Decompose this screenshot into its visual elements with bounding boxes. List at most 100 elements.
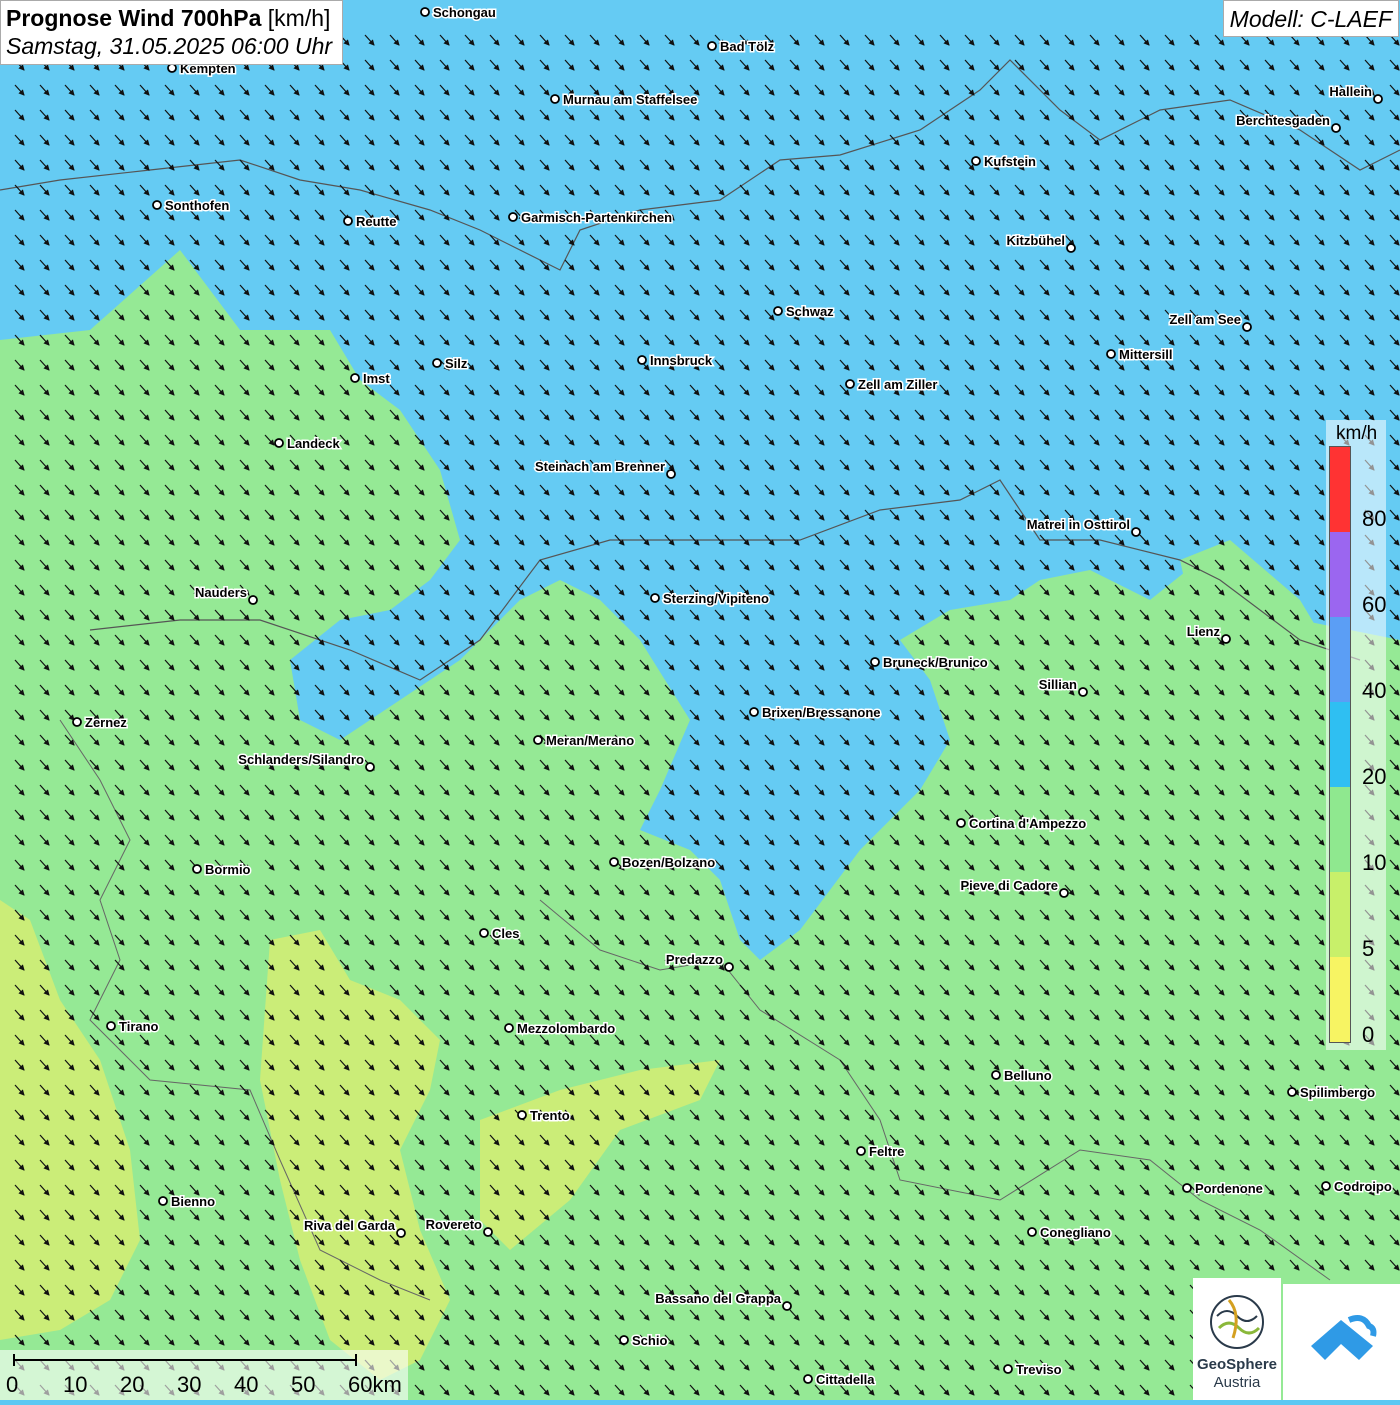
city-label: Berchtesgaden bbox=[1236, 113, 1330, 128]
city-label: Garmisch-Partenkirchen bbox=[521, 210, 672, 225]
scale-bar: 0 10 20 30 40 50 60km bbox=[0, 1350, 408, 1400]
city-marker[interactable] bbox=[517, 1110, 527, 1120]
city-marker[interactable] bbox=[343, 216, 353, 226]
legend-swatch bbox=[1330, 532, 1350, 617]
city-marker[interactable] bbox=[666, 469, 676, 479]
city-marker[interactable] bbox=[365, 762, 375, 772]
city-label: Bienno bbox=[171, 1194, 215, 1209]
city-label: Sterzing/Vipiteno bbox=[663, 591, 769, 606]
city-marker[interactable] bbox=[956, 818, 966, 828]
city-marker[interactable] bbox=[72, 717, 82, 727]
city-marker[interactable] bbox=[749, 707, 759, 717]
city-marker[interactable] bbox=[856, 1146, 866, 1156]
legend-tick-label: 40 bbox=[1362, 678, 1387, 703]
city-marker[interactable] bbox=[724, 962, 734, 972]
city-marker[interactable] bbox=[1106, 349, 1116, 359]
city-marker[interactable] bbox=[158, 1196, 168, 1206]
city-marker[interactable] bbox=[192, 864, 202, 874]
city-marker[interactable] bbox=[533, 735, 543, 745]
city-marker[interactable] bbox=[1066, 243, 1076, 253]
city-label: Hallein bbox=[1329, 84, 1372, 99]
city-label: Sonthofen bbox=[165, 198, 229, 213]
legend-tick-label: 20 bbox=[1362, 764, 1387, 789]
city-label: Landeck bbox=[287, 436, 341, 451]
city-label: Kitzbühel bbox=[1007, 233, 1066, 248]
city-marker[interactable] bbox=[845, 379, 855, 389]
legend-swatch bbox=[1330, 787, 1350, 872]
city-marker[interactable] bbox=[619, 1335, 629, 1345]
city-marker[interactable] bbox=[1373, 94, 1383, 104]
city-marker[interactable] bbox=[106, 1021, 116, 1031]
city-label: Nauders bbox=[195, 585, 247, 600]
city-marker[interactable] bbox=[248, 595, 258, 605]
city-marker[interactable] bbox=[637, 355, 647, 365]
scale-label: 0 bbox=[6, 1372, 19, 1397]
city-label: Mezzolombardo bbox=[517, 1021, 615, 1036]
city-marker[interactable] bbox=[782, 1301, 792, 1311]
city-marker[interactable] bbox=[550, 94, 560, 104]
city-marker[interactable] bbox=[152, 200, 162, 210]
city-marker[interactable] bbox=[803, 1374, 813, 1384]
wind-map[interactable]: SchongauBad TölzKemptenMurnau am Staffel… bbox=[0, 0, 1400, 1400]
scale-label: 50 bbox=[291, 1372, 316, 1397]
city-marker[interactable] bbox=[971, 156, 981, 166]
city-label: Silz bbox=[445, 356, 468, 371]
city-label: Bozen/Bolzano bbox=[622, 855, 715, 870]
city-marker[interactable] bbox=[483, 1227, 493, 1237]
city-label: Bassano del Grappa bbox=[655, 1291, 781, 1306]
city-marker[interactable] bbox=[350, 373, 360, 383]
city-marker[interactable] bbox=[707, 41, 717, 51]
scale-label: 40 bbox=[234, 1372, 259, 1397]
city-marker[interactable] bbox=[773, 306, 783, 316]
city-label: Meran/Merano bbox=[546, 733, 634, 748]
city-label: Bruneck/Brunico bbox=[883, 655, 988, 670]
city-marker[interactable] bbox=[650, 593, 660, 603]
city-marker[interactable] bbox=[1221, 634, 1231, 644]
app-logo[interactable] bbox=[1283, 1284, 1400, 1400]
city-marker[interactable] bbox=[1331, 123, 1341, 133]
city-marker[interactable] bbox=[870, 657, 880, 667]
city-label: Codroipo bbox=[1334, 1179, 1392, 1194]
city-marker[interactable] bbox=[991, 1070, 1001, 1080]
city-marker[interactable] bbox=[1242, 322, 1252, 332]
city-label: Kufstein bbox=[984, 154, 1036, 169]
geosphere-logo[interactable]: GeoSphere Austria bbox=[1193, 1278, 1281, 1400]
city-label: Cittadella bbox=[816, 1372, 875, 1387]
city-marker[interactable] bbox=[609, 857, 619, 867]
city-label: Predazzo bbox=[666, 952, 723, 967]
city-marker[interactable] bbox=[1078, 687, 1088, 697]
city-label: Spilimbergo bbox=[1300, 1085, 1375, 1100]
city-label: Zernez bbox=[85, 715, 127, 730]
city-label: Mittersill bbox=[1119, 347, 1172, 362]
city-marker[interactable] bbox=[1182, 1183, 1192, 1193]
city-marker[interactable] bbox=[1131, 527, 1141, 537]
city-label: Pieve di Cadore bbox=[960, 878, 1058, 893]
city-marker[interactable] bbox=[167, 63, 177, 73]
map-title: Prognose Wind 700hPa [km/h] bbox=[6, 5, 331, 31]
city-marker[interactable] bbox=[1287, 1087, 1297, 1097]
city-marker[interactable] bbox=[1059, 888, 1069, 898]
city-marker[interactable] bbox=[508, 212, 518, 222]
city-label: Schongau bbox=[433, 5, 496, 20]
scale-label: 20 bbox=[120, 1372, 145, 1397]
city-marker[interactable] bbox=[479, 928, 489, 938]
city-label: Murnau am Staffelsee bbox=[563, 92, 697, 107]
city-marker[interactable] bbox=[1321, 1181, 1331, 1191]
city-label: Cortina d'Ampezzo bbox=[969, 816, 1086, 831]
city-label: Bad Tölz bbox=[720, 39, 775, 54]
geosphere-icon bbox=[1210, 1295, 1264, 1349]
city-label: Conegliano bbox=[1040, 1225, 1111, 1240]
city-marker[interactable] bbox=[1027, 1227, 1037, 1237]
scale-label: 60km bbox=[348, 1372, 402, 1397]
city-marker[interactable] bbox=[432, 358, 442, 368]
city-marker[interactable] bbox=[274, 438, 284, 448]
city-marker[interactable] bbox=[1003, 1364, 1013, 1374]
city-marker[interactable] bbox=[396, 1228, 406, 1238]
city-label: Belluno bbox=[1004, 1068, 1052, 1083]
city-marker[interactable] bbox=[504, 1023, 514, 1033]
city-marker[interactable] bbox=[420, 7, 430, 17]
legend-swatch bbox=[1330, 617, 1350, 702]
legend-tick-label: 60 bbox=[1362, 592, 1387, 617]
geosphere-country: Austria bbox=[1213, 1374, 1261, 1391]
geosphere-name: GeoSphere bbox=[1196, 1356, 1278, 1373]
